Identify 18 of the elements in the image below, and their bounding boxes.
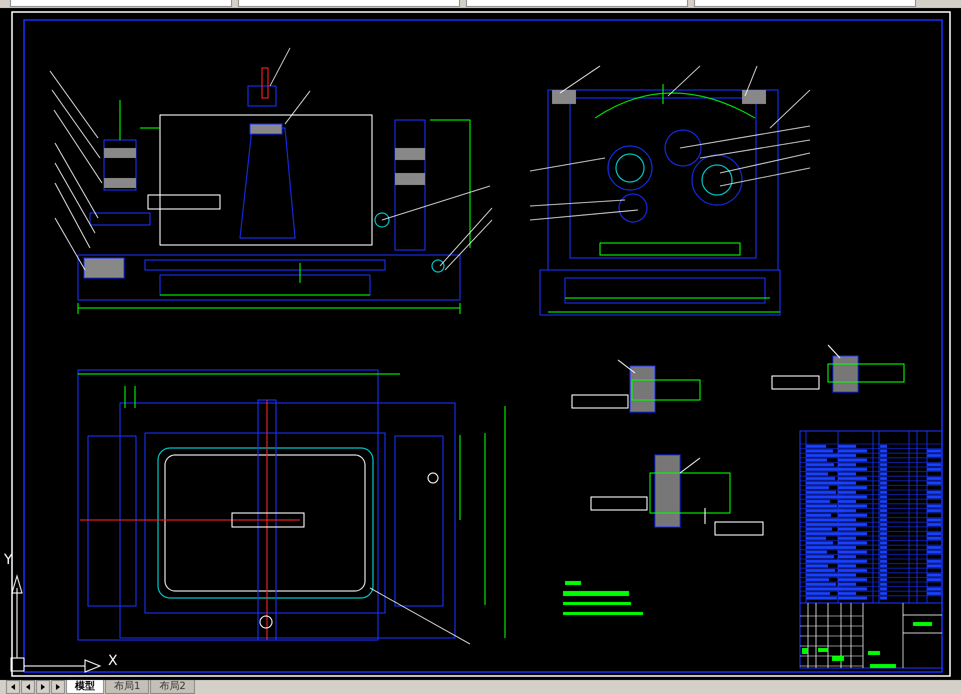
ucs-icon — [10, 574, 102, 672]
toolbar-field[interactable] — [238, 0, 460, 7]
axis-label: Y — [4, 552, 13, 568]
toolbar-field[interactable] — [10, 0, 232, 7]
arrow-icon — [56, 684, 60, 690]
toolbar-field[interactable] — [466, 0, 688, 7]
layout-tab[interactable]: 模型 — [66, 680, 104, 694]
previous-tab-button[interactable] — [21, 680, 35, 694]
axis-label: X — [108, 653, 118, 669]
last-tab-button[interactable] — [51, 680, 65, 694]
layout-tab[interactable]: 布局1 — [105, 680, 150, 694]
layout-tab[interactable]: 布局2 — [150, 680, 195, 694]
next-tab-button[interactable] — [36, 680, 50, 694]
toolbar-field[interactable] — [694, 0, 916, 7]
first-tab-button[interactable] — [6, 680, 20, 694]
arrow-icon — [11, 684, 15, 690]
arrow-icon — [26, 684, 30, 690]
arrow-icon — [41, 684, 45, 690]
